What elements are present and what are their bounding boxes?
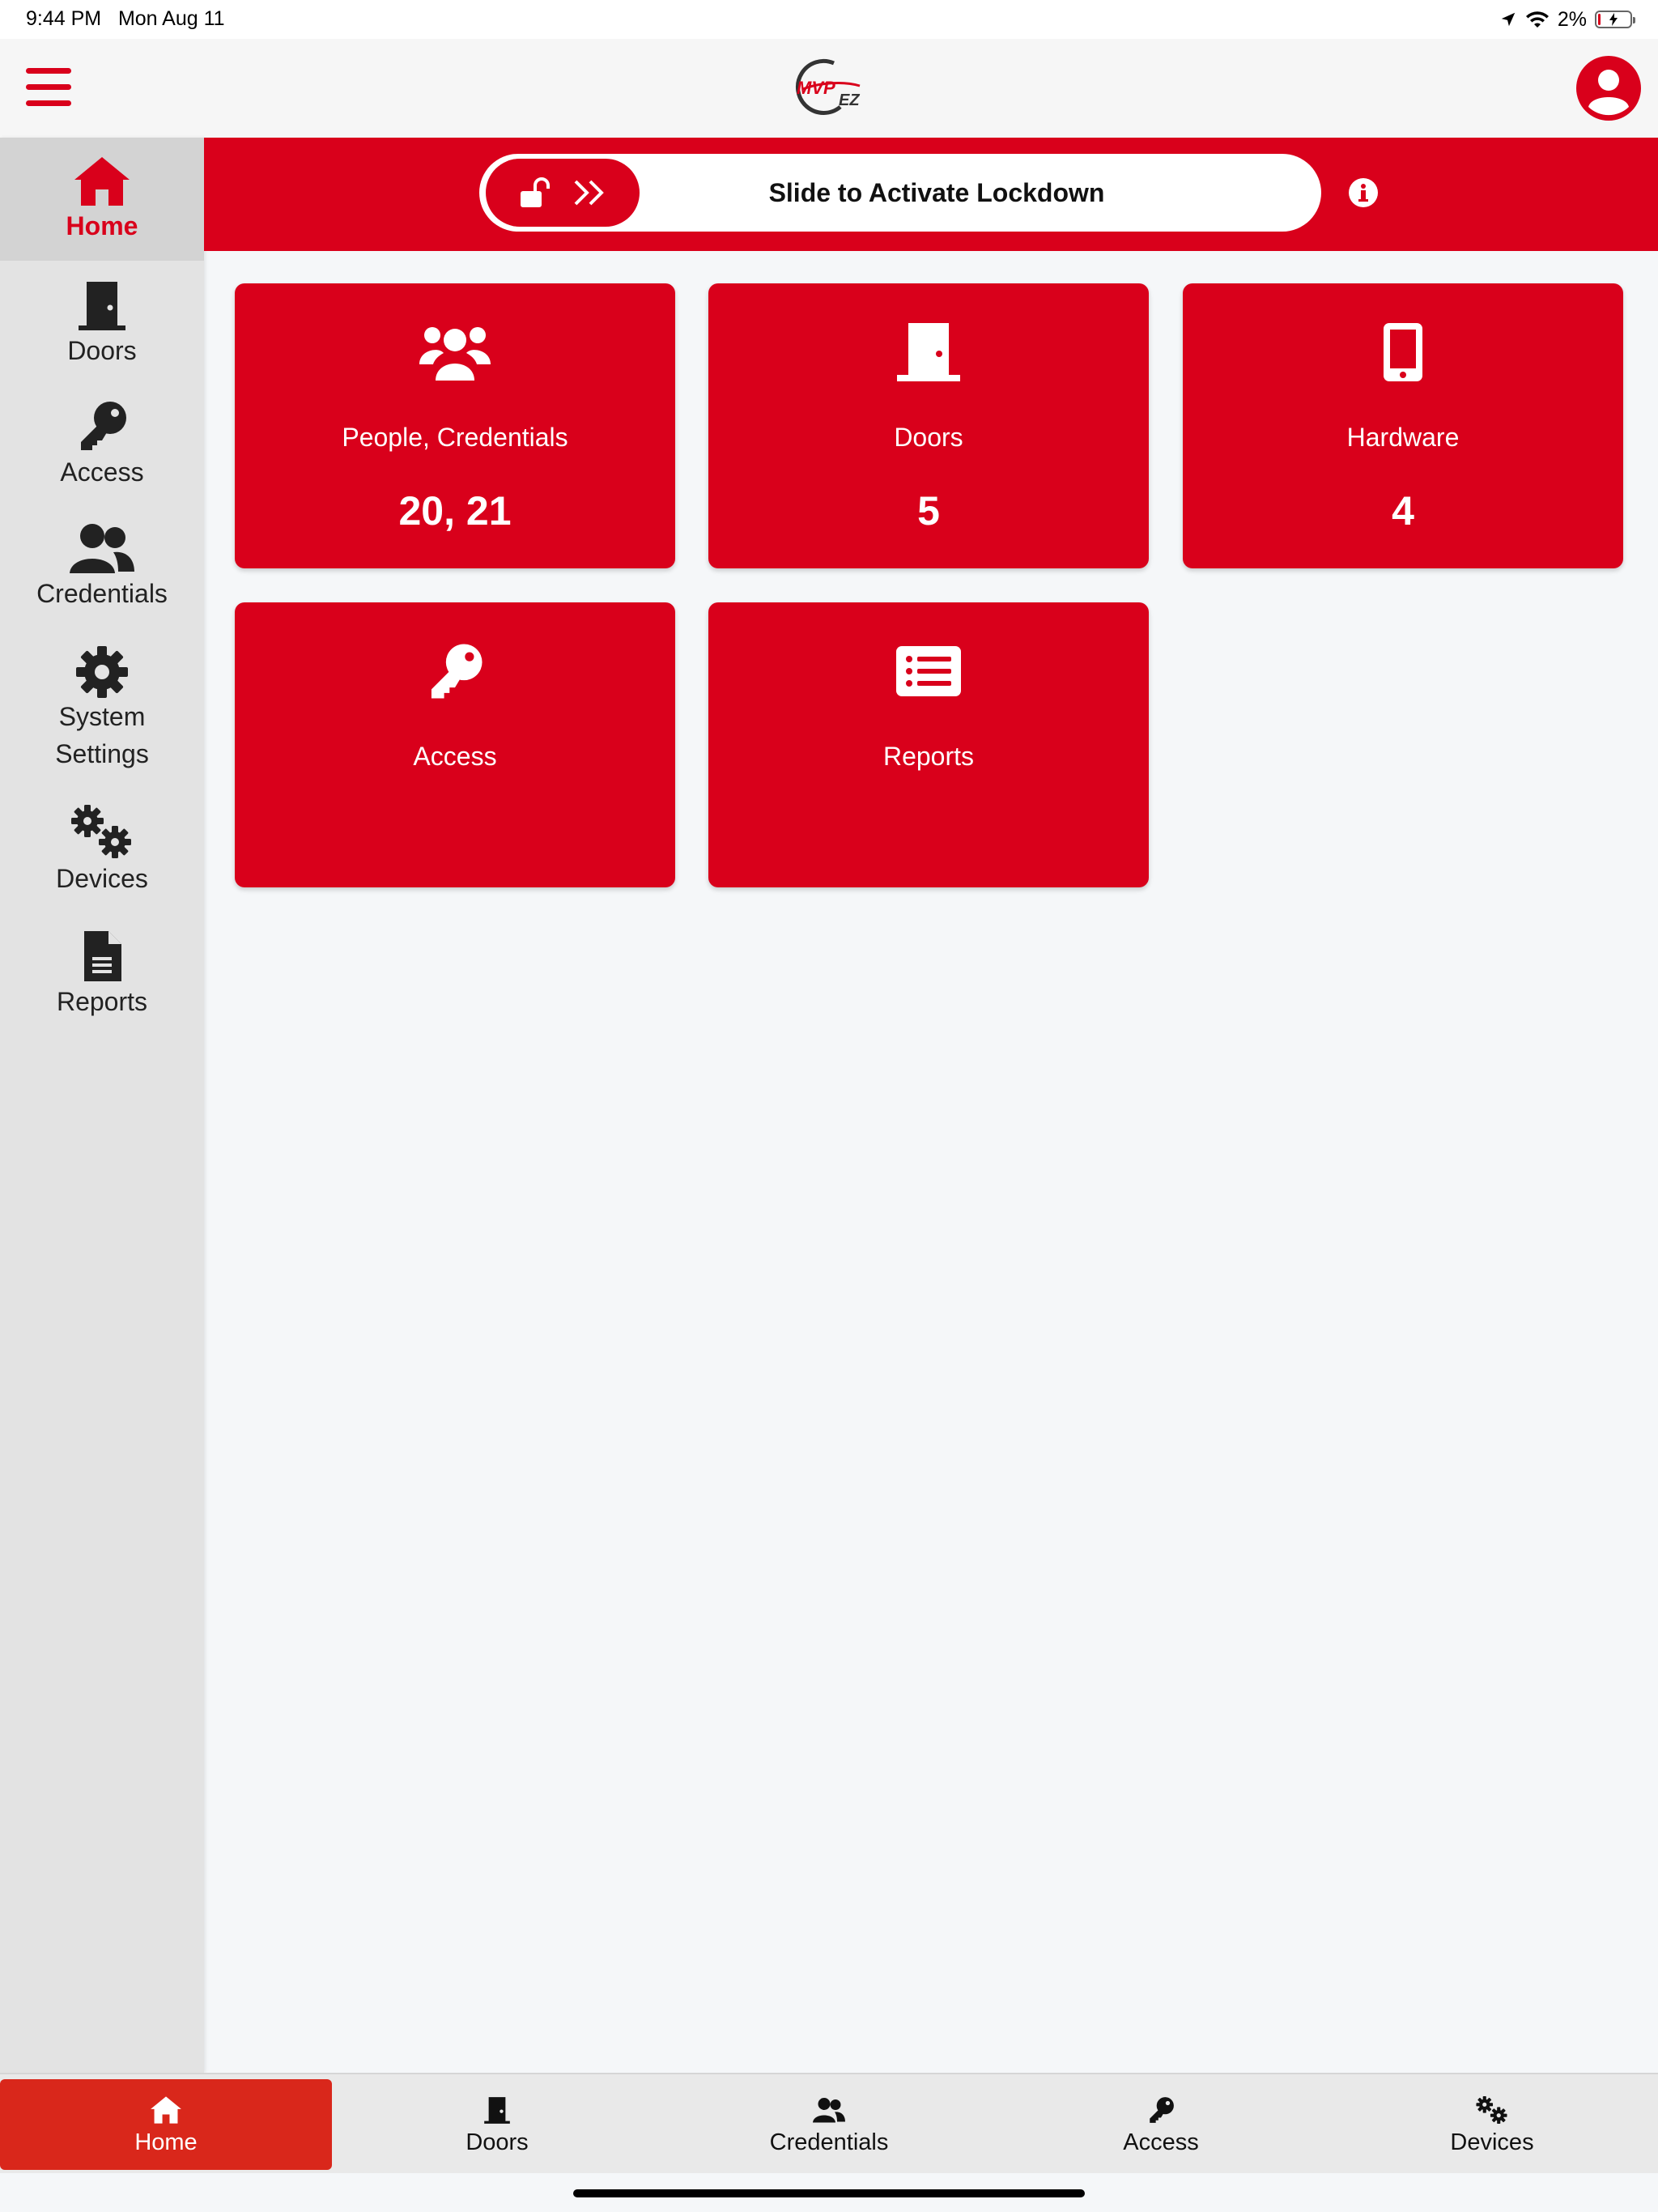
sidebar-item-label: Devices xyxy=(56,864,148,893)
app-header: MVP EZ xyxy=(0,39,1658,138)
tile-label: Reports xyxy=(882,742,975,771)
tab-label: Home xyxy=(134,2129,198,2155)
hamburger-icon xyxy=(26,68,71,106)
tab-label: Access xyxy=(1123,2129,1199,2155)
sidebar-item-label: Credentials xyxy=(36,579,168,608)
home-icon xyxy=(74,157,130,206)
wifi-icon xyxy=(1525,11,1549,28)
tile-label: People, Credentials xyxy=(342,423,568,452)
location-icon xyxy=(1501,12,1516,27)
home-icon xyxy=(151,2095,181,2124)
svg-text:EZ: EZ xyxy=(839,91,860,109)
sidebar-item-label: Doors xyxy=(67,336,137,365)
tab-doors[interactable]: Doors xyxy=(331,2079,663,2170)
key-icon xyxy=(431,644,483,699)
app-logo: MVP EZ xyxy=(787,57,871,120)
tab-access[interactable]: Access xyxy=(995,2079,1327,2170)
tile-access[interactable]: Access xyxy=(235,602,675,887)
sidebar-item-label: Home xyxy=(66,211,138,240)
slider-label: Slide to Activate Lockdown xyxy=(768,177,1105,207)
lockdown-slider[interactable]: Slide to Activate Lockdown xyxy=(479,154,1321,232)
bottom-tab-bar: Home Doors Credentials Access Devices xyxy=(0,2073,1658,2173)
profile-button[interactable] xyxy=(1575,55,1642,121)
status-indicators: 2% xyxy=(1499,6,1635,32)
key-icon xyxy=(81,402,126,450)
sidebar-item-label-line2: Settings xyxy=(55,739,149,768)
sidebar-item-devices[interactable]: Devices xyxy=(0,802,204,915)
home-indicator xyxy=(573,2189,1085,2197)
sidebar-item-label: Access xyxy=(60,457,144,487)
tab-home[interactable]: Home xyxy=(0,2079,332,2170)
tab-credentials[interactable]: Credentials xyxy=(663,2079,995,2170)
menu-button[interactable] xyxy=(24,63,73,112)
sidebar: Home Doors Access Credentials System Set… xyxy=(0,138,204,2073)
sidebar-item-access[interactable]: Access xyxy=(0,395,204,508)
tab-label: Doors xyxy=(466,2129,529,2155)
lockdown-banner: Slide to Activate Lockdown xyxy=(204,138,1658,251)
user-circle-icon xyxy=(1576,56,1641,121)
battery-icon xyxy=(1595,11,1635,28)
gear-icon xyxy=(76,646,128,698)
tile-value: 5 xyxy=(917,488,940,534)
key-icon xyxy=(1150,2096,1174,2123)
slider-handle[interactable] xyxy=(486,159,640,227)
tab-label: Credentials xyxy=(769,2129,889,2155)
users-icon xyxy=(419,327,491,381)
tile-label: Doors xyxy=(894,423,963,452)
status-time: 9:44 PM Mon Aug 11 xyxy=(26,7,225,30)
sidebar-item-credentials[interactable]: Credentials xyxy=(0,517,204,630)
tile-value: 4 xyxy=(1392,488,1414,534)
unlock-icon xyxy=(521,177,550,207)
door-icon xyxy=(79,282,125,330)
sidebar-item-home[interactable]: Home xyxy=(0,138,204,261)
gears-icon xyxy=(1476,2095,1507,2124)
tile-reports[interactable]: Reports xyxy=(708,602,1149,887)
door-icon xyxy=(484,2096,510,2124)
tab-devices[interactable]: Devices xyxy=(1326,2079,1658,2170)
info-button[interactable] xyxy=(1347,177,1380,209)
tile-hardware[interactable]: Hardware 4 xyxy=(1183,283,1623,568)
sidebar-item-reports[interactable]: Reports xyxy=(0,925,204,1038)
status-bar: 9:44 PM Mon Aug 11 2% xyxy=(0,0,1658,39)
list-icon xyxy=(896,646,961,696)
sidebar-item-label: Reports xyxy=(56,987,148,1016)
info-icon xyxy=(1349,178,1378,207)
tile-label: Access xyxy=(413,742,497,771)
tile-label: Hardware xyxy=(1346,423,1460,452)
document-icon xyxy=(84,931,121,981)
tile-value: 20, 21 xyxy=(398,488,512,534)
sidebar-item-label-line1: System xyxy=(58,702,146,731)
svg-text:MVP: MVP xyxy=(797,78,835,98)
users-icon xyxy=(813,2097,845,2122)
gears-icon xyxy=(71,805,131,858)
battery-percent: 2% xyxy=(1557,7,1587,31)
door-icon xyxy=(897,323,960,381)
sidebar-item-doors[interactable]: Doors xyxy=(0,274,204,387)
tile-doors[interactable]: Doors 5 xyxy=(708,283,1149,568)
tab-label: Devices xyxy=(1450,2129,1534,2155)
users-icon xyxy=(70,524,134,573)
sidebar-item-system-settings[interactable]: System Settings xyxy=(0,640,204,793)
tablet-icon xyxy=(1384,323,1422,381)
tile-people-credentials[interactable]: People, Credentials 20, 21 xyxy=(235,283,675,568)
double-chevron-right-icon xyxy=(574,180,604,206)
